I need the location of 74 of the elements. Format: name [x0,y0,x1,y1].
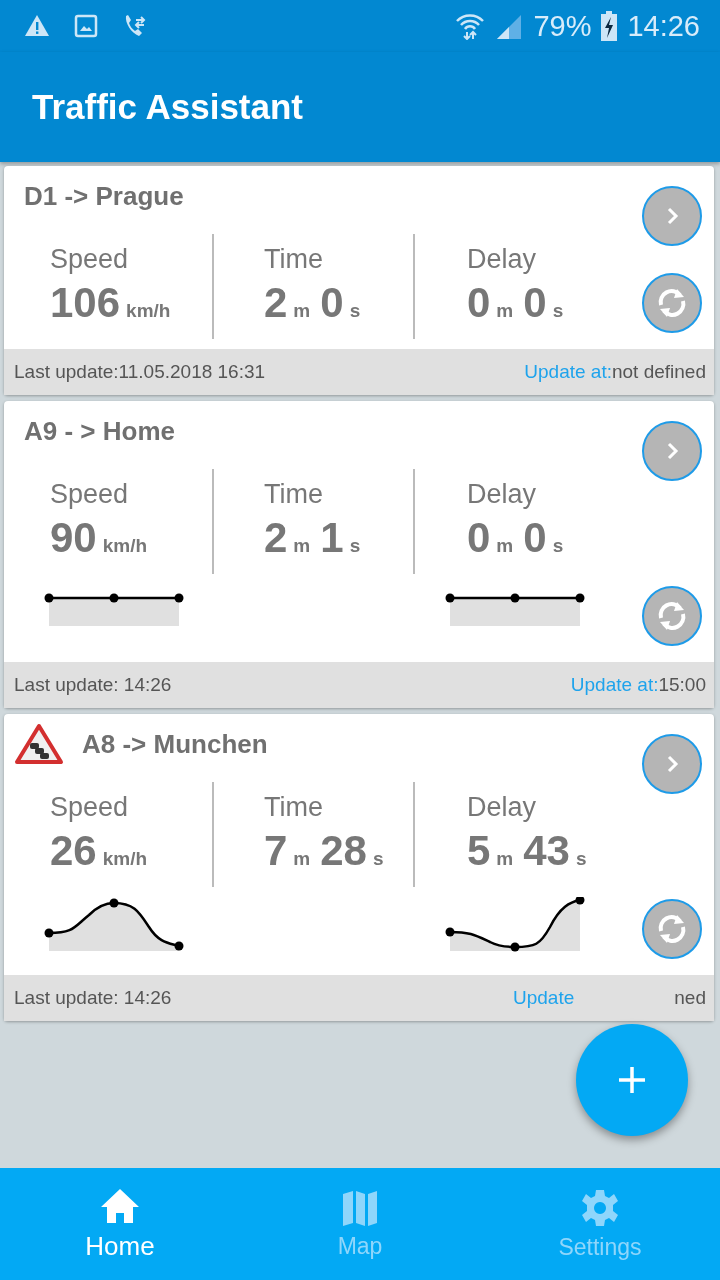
route-title: D1 -> Prague [23,180,184,212]
metric-value: 43 [523,827,570,875]
update-at-label: Update at: [524,361,612,383]
traffic-jam-warning-icon [14,723,64,765]
metric-label: Speed [50,244,130,275]
route-card[interactable]: A8 -> Munchen Speed 26 km/h Time 7 m 28 s Delay 5 m 43 s Last update: 14:26 Update ned [4,714,714,1021]
metric-value: 0 [523,279,547,327]
metric-label: Time [264,479,324,510]
metric-unit: s [576,848,587,870]
metric-value: 26 [50,827,97,875]
signal-icon [495,13,524,39]
route-card[interactable]: A9 - > Home Speed 90 km/h Time 2 m 1 s Delay 0 m 0 s Last update: 14:26 Update at:15:00 [4,401,714,708]
image-icon [74,14,98,38]
metric-label: Time [264,792,324,823]
metric-label: Delay [467,479,538,510]
metric-unit: s [552,300,564,322]
wifi-icon [455,12,486,40]
metric-value: 0 [320,279,344,327]
open-route-button[interactable] [642,421,702,481]
open-route-button[interactable] [642,734,702,794]
metric-value: 0 [467,279,491,327]
refresh-button[interactable] [642,273,702,333]
metric-value: 28 [320,827,367,875]
metric-unit: km/h [102,848,148,870]
metric-value: 7 [264,827,288,875]
metric-label: Delay [467,792,538,823]
metric-unit: m [293,300,311,322]
metric-unit: m [496,535,514,557]
home-icon [99,1186,141,1225]
metric-label: Speed [50,792,130,823]
metric-value: 5 [467,827,491,875]
metric-value: 0 [523,514,547,562]
metric-label: Time [264,244,324,275]
metric-unit: m [293,848,311,870]
battery-charging-icon [601,11,618,41]
route-card[interactable]: D1 -> Prague Speed 106 km/h Time 2 m 0 s Delay 0 m 0 s Last update:11.05.2018 16:31 Update at:not defined [4,166,714,395]
app-title: Traffic Assistant [32,87,303,127]
metric-unit: s [552,535,564,557]
metric-value: 2 [264,279,288,327]
metric-value: 106 [50,279,121,327]
metric-label: Delay [467,244,538,275]
metric-unit: m [496,848,514,870]
settings-icon [580,1187,620,1228]
last-update-text: Last update: 14:26 [14,674,172,696]
add-route-button[interactable] [576,1024,688,1136]
warning-icon [24,14,50,38]
metric-unit: s [349,535,361,557]
metric-unit: m [293,535,311,557]
metric-unit: s [349,300,361,322]
last-update-text: Last update: 14:26 [14,987,172,1009]
update-at-value: not defined [611,361,706,383]
map-icon [341,1188,379,1227]
metric-value: 0 [467,514,491,562]
update-at-label: Update [513,987,575,1009]
refresh-button[interactable] [642,899,702,959]
route-title: A9 - > Home [23,415,175,447]
metric-unit: s [373,848,384,870]
last-update-text: Last update:11.05.2018 16:31 [14,361,266,383]
metric-unit: km/h [102,535,148,557]
metric-value: 1 [320,514,344,562]
battery-percent: 79% [533,9,592,43]
metric-value: 2 [264,514,288,562]
update-at-label: Update at: [570,674,659,696]
open-route-button[interactable] [642,186,702,246]
metric-unit: km/h [126,300,171,322]
route-title: A8 -> Munchen [81,728,268,760]
metric-value: 90 [50,514,97,562]
plus-icon [617,1065,647,1095]
update-at-value: 15:00 [658,674,706,696]
metric-unit: m [496,300,514,322]
metric-label: Speed [50,479,130,510]
refresh-button[interactable] [642,586,702,646]
clock: 14:26 [627,9,700,43]
update-at-value: ned [674,987,706,1009]
